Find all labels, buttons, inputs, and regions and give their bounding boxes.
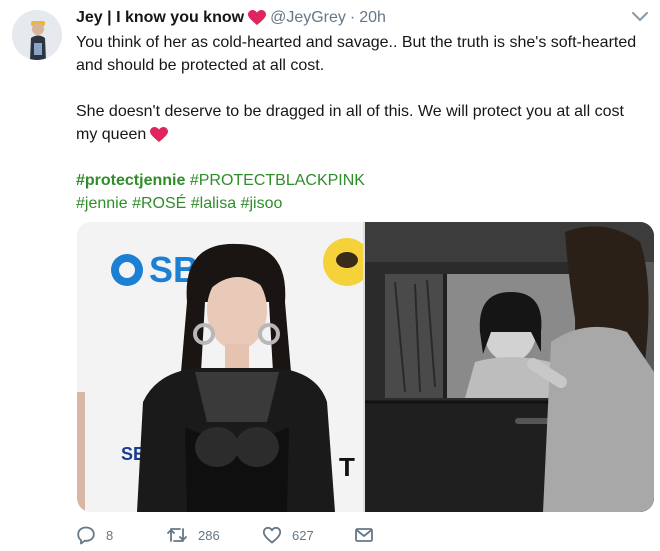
display-name[interactable]: Jey | I know you know [76, 9, 244, 27]
hashtag-link[interactable]: #jisoo [241, 195, 283, 212]
reply-icon [76, 525, 96, 545]
tweet-text: You think of her as cold-hearted and sav… [76, 31, 646, 215]
tweet-line-with-emoji: my queen [76, 123, 646, 146]
backdrop-brand-text: T [339, 452, 355, 482]
like-count: 627 [292, 527, 314, 543]
user-handle[interactable]: @JeyGrey [270, 9, 346, 27]
heart-outline-icon [262, 525, 282, 545]
retweet-count: 286 [198, 527, 220, 543]
timestamp[interactable]: 20h [359, 9, 386, 27]
tweet-line: She doesn't deserve to be dragged in all… [76, 103, 624, 120]
hashtag-link[interactable]: #jennie [76, 195, 128, 212]
avatar[interactable] [12, 10, 62, 60]
tweet-line: and should be protected at all cost. [76, 57, 325, 74]
retweet-button[interactable]: 286 [166, 525, 246, 545]
like-button[interactable]: 627 [262, 525, 342, 545]
media-photo-right[interactable] [365, 222, 654, 512]
reply-count: 8 [106, 527, 114, 543]
media-grid: SB SE T [77, 222, 654, 512]
hashtag-link[interactable]: #PROTECTBLACKPINK [190, 172, 365, 189]
envelope-icon [354, 525, 374, 545]
retweet-icon [166, 525, 188, 545]
red-heart-icon [248, 10, 267, 26]
hashtag-link[interactable]: #protectjennie [76, 172, 185, 189]
red-heart-icon [150, 126, 169, 143]
tweet-line: You think of her as cold-hearted and sav… [76, 34, 637, 51]
hashtag-link[interactable]: #lalisa [191, 195, 236, 212]
direct-message-button[interactable] [354, 525, 384, 545]
hashtag-row: #jennie #ROSÉ #lalisa #jisoo [76, 192, 646, 215]
hashtag-row: #protectjennie #PROTECTBLACKPINK [76, 169, 646, 192]
hashtag-link[interactable]: #ROSÉ [132, 195, 186, 212]
tweet-line: my queen [76, 126, 147, 143]
tweet-header: Jey | I know you know @JeyGrey · 20h [76, 8, 386, 28]
separator-dot: · [349, 9, 356, 26]
media-photo-left[interactable]: SB SE T [77, 222, 363, 512]
reply-button[interactable]: 8 [76, 525, 146, 545]
chevron-down-icon[interactable] [631, 10, 649, 24]
